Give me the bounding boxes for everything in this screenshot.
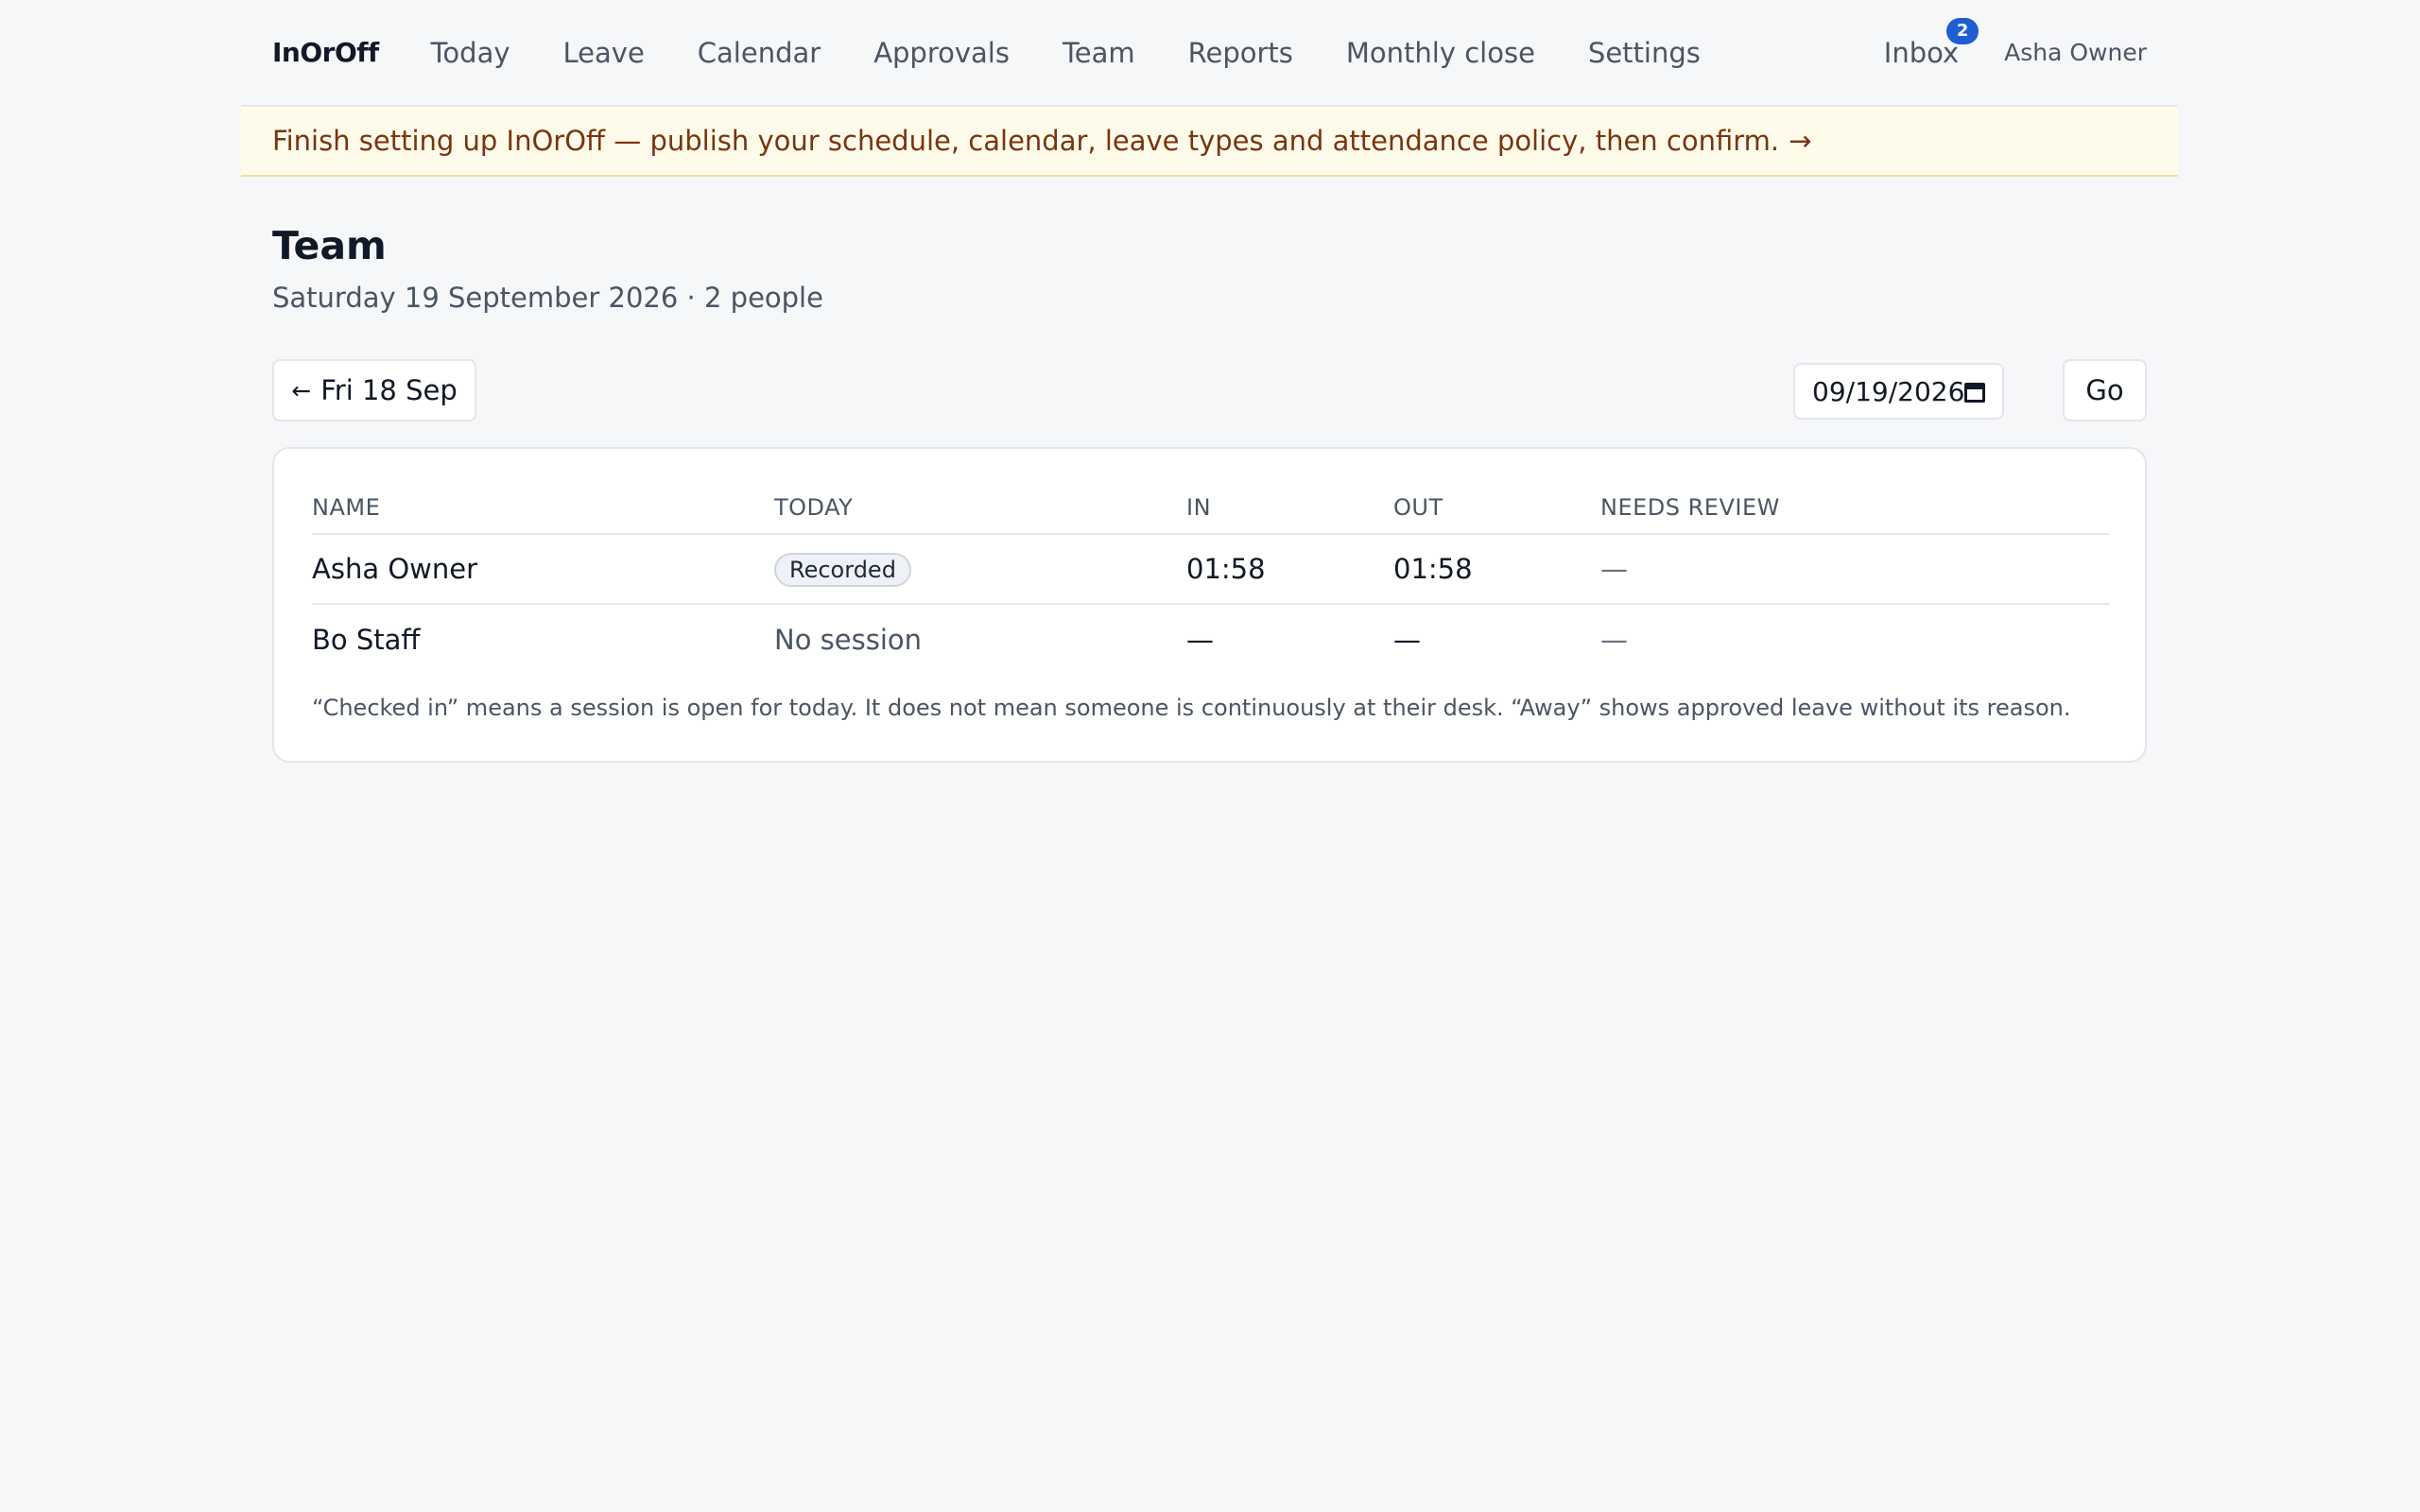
date-picker-value: 09/19/2026: [1812, 375, 1965, 407]
nav-link-settings[interactable]: Settings: [1588, 37, 1701, 69]
row-in-time: —: [1186, 623, 1214, 656]
top-navigation: InOrOff Today Leave Calendar Approvals T…: [241, 0, 2178, 107]
status-badge: Recorded: [774, 552, 911, 587]
row-in-time: 01:58: [1186, 534, 1393, 605]
row-today: No session: [774, 623, 923, 656]
row-out-time: —: [1393, 623, 1421, 656]
column-header-in: IN: [1186, 482, 1393, 535]
inbox-link[interactable]: Inbox 2: [1883, 17, 1979, 69]
brand-logo[interactable]: InOrOff: [272, 37, 379, 68]
app-container: InOrOff Today Leave Calendar Approvals T…: [241, 0, 2178, 763]
nav-link-reports[interactable]: Reports: [1188, 37, 1293, 69]
previous-day-label: Fri 18 Sep: [320, 374, 458, 406]
column-header-name: NAME: [312, 482, 774, 535]
arrow-right-icon: →: [1789, 125, 1812, 157]
table-row: Asha Owner Recorded 01:58 01:58 —: [312, 534, 2109, 605]
date-picker-input[interactable]: 09/19/2026: [1793, 363, 2004, 420]
page-subtitle: Saturday 19 September 2026 · 2 people: [272, 282, 823, 314]
column-header-today: TODAY: [774, 482, 1186, 535]
user-menu[interactable]: Asha Owner: [2004, 39, 2147, 66]
nav-links: Today Leave Calendar Approvals Team Repo…: [431, 37, 1754, 69]
inbox-count-badge: 2: [1946, 17, 1979, 44]
row-name: Asha Owner: [312, 534, 774, 605]
nav-right: Inbox 2 Asha Owner: [1883, 17, 2147, 69]
table-row: Bo Staff No session — — —: [312, 604, 2109, 674]
row-name: Bo Staff: [312, 623, 421, 656]
setup-banner-text: Finish setting up InOrOff — publish your…: [272, 125, 1780, 157]
row-today: Recorded: [774, 534, 1186, 605]
nav-link-today[interactable]: Today: [431, 37, 510, 69]
page-title: Team: [272, 223, 387, 268]
row-out-time: 01:58: [1393, 534, 1600, 605]
go-button[interactable]: Go: [2063, 359, 2147, 421]
nav-link-monthly-close[interactable]: Monthly close: [1346, 37, 1535, 69]
nav-link-approvals[interactable]: Approvals: [873, 37, 1010, 69]
row-needs-review: —: [1600, 623, 1628, 656]
calendar-icon[interactable]: [1964, 380, 1986, 403]
column-header-needs-review: NEEDS REVIEW: [1600, 482, 2109, 535]
table-footnote: “Checked in” means a session is open for…: [312, 695, 2071, 721]
nav-link-leave[interactable]: Leave: [563, 37, 645, 69]
team-table: NAME TODAY IN OUT NEEDS REVIEW Asha Owne…: [312, 482, 2109, 674]
column-header-out: OUT: [1393, 482, 1600, 535]
arrow-left-icon: ←: [291, 376, 312, 404]
nav-link-team[interactable]: Team: [1063, 37, 1135, 69]
team-table-card: NAME TODAY IN OUT NEEDS REVIEW Asha Owne…: [272, 447, 2147, 763]
table-header-row: NAME TODAY IN OUT NEEDS REVIEW: [312, 482, 2109, 535]
inbox-label: Inbox: [1883, 36, 1960, 69]
setup-banner[interactable]: Finish setting up InOrOff — publish your…: [241, 107, 2178, 177]
row-needs-review: —: [1600, 534, 2109, 605]
previous-day-button[interactable]: ← Fri 18 Sep: [272, 359, 476, 421]
nav-link-calendar[interactable]: Calendar: [698, 37, 821, 69]
